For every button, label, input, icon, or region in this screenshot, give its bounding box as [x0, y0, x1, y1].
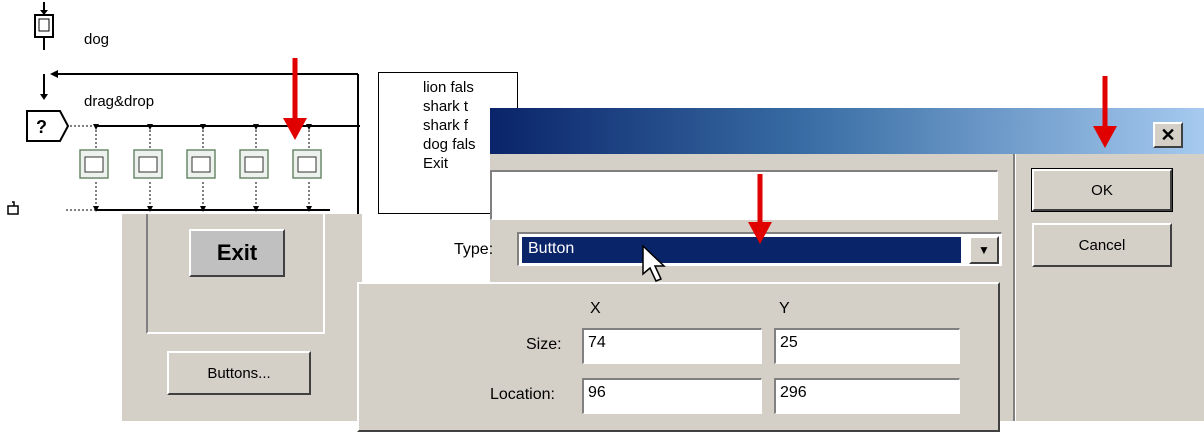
dialog-separator: [1013, 154, 1016, 421]
display-icon-label: dog: [84, 31, 110, 48]
svg-text:?: ?: [36, 117, 47, 137]
name-field[interactable]: [490, 170, 998, 220]
button-response-icon[interactable]: [79, 124, 109, 212]
button-response-icon[interactable]: [186, 124, 216, 212]
chevron-down-icon[interactable]: ▼: [969, 236, 999, 264]
x-column-header: X: [590, 300, 601, 317]
interaction-icon[interactable]: ?: [26, 110, 70, 142]
exit-button-preview[interactable]: Exit: [189, 229, 285, 277]
location-x-field[interactable]: 96: [582, 378, 762, 414]
location-y-field[interactable]: 296: [774, 378, 960, 414]
flowline-loop: [40, 70, 359, 216]
type-dropdown[interactable]: Button ▼: [517, 232, 1002, 266]
location-label: Location:: [490, 386, 555, 403]
size-label: Size:: [526, 336, 562, 353]
size-x-field[interactable]: 74: [582, 328, 762, 364]
button-response-icon[interactable]: [133, 124, 163, 212]
button-response-icon[interactable]: [239, 124, 269, 212]
type-selected-value[interactable]: Button: [521, 236, 962, 264]
type-label: Type:: [454, 241, 494, 258]
interaction-label: drag&drop: [84, 93, 155, 110]
button-response-icon[interactable]: [292, 124, 322, 212]
cancel-button[interactable]: Cancel: [1032, 223, 1172, 267]
y-column-header: Y: [779, 300, 790, 317]
flowline-display-icon[interactable]: [34, 2, 54, 50]
hand-pointer-icon: [7, 201, 19, 215]
close-button[interactable]: ✕: [1153, 122, 1183, 148]
buttons-button[interactable]: Buttons...: [167, 351, 311, 395]
response-item[interactable]: lion fals: [423, 78, 517, 97]
ok-button[interactable]: OK: [1031, 168, 1173, 212]
size-y-field[interactable]: 25: [774, 328, 960, 364]
dialog-titlebar[interactable]: [490, 108, 1204, 154]
